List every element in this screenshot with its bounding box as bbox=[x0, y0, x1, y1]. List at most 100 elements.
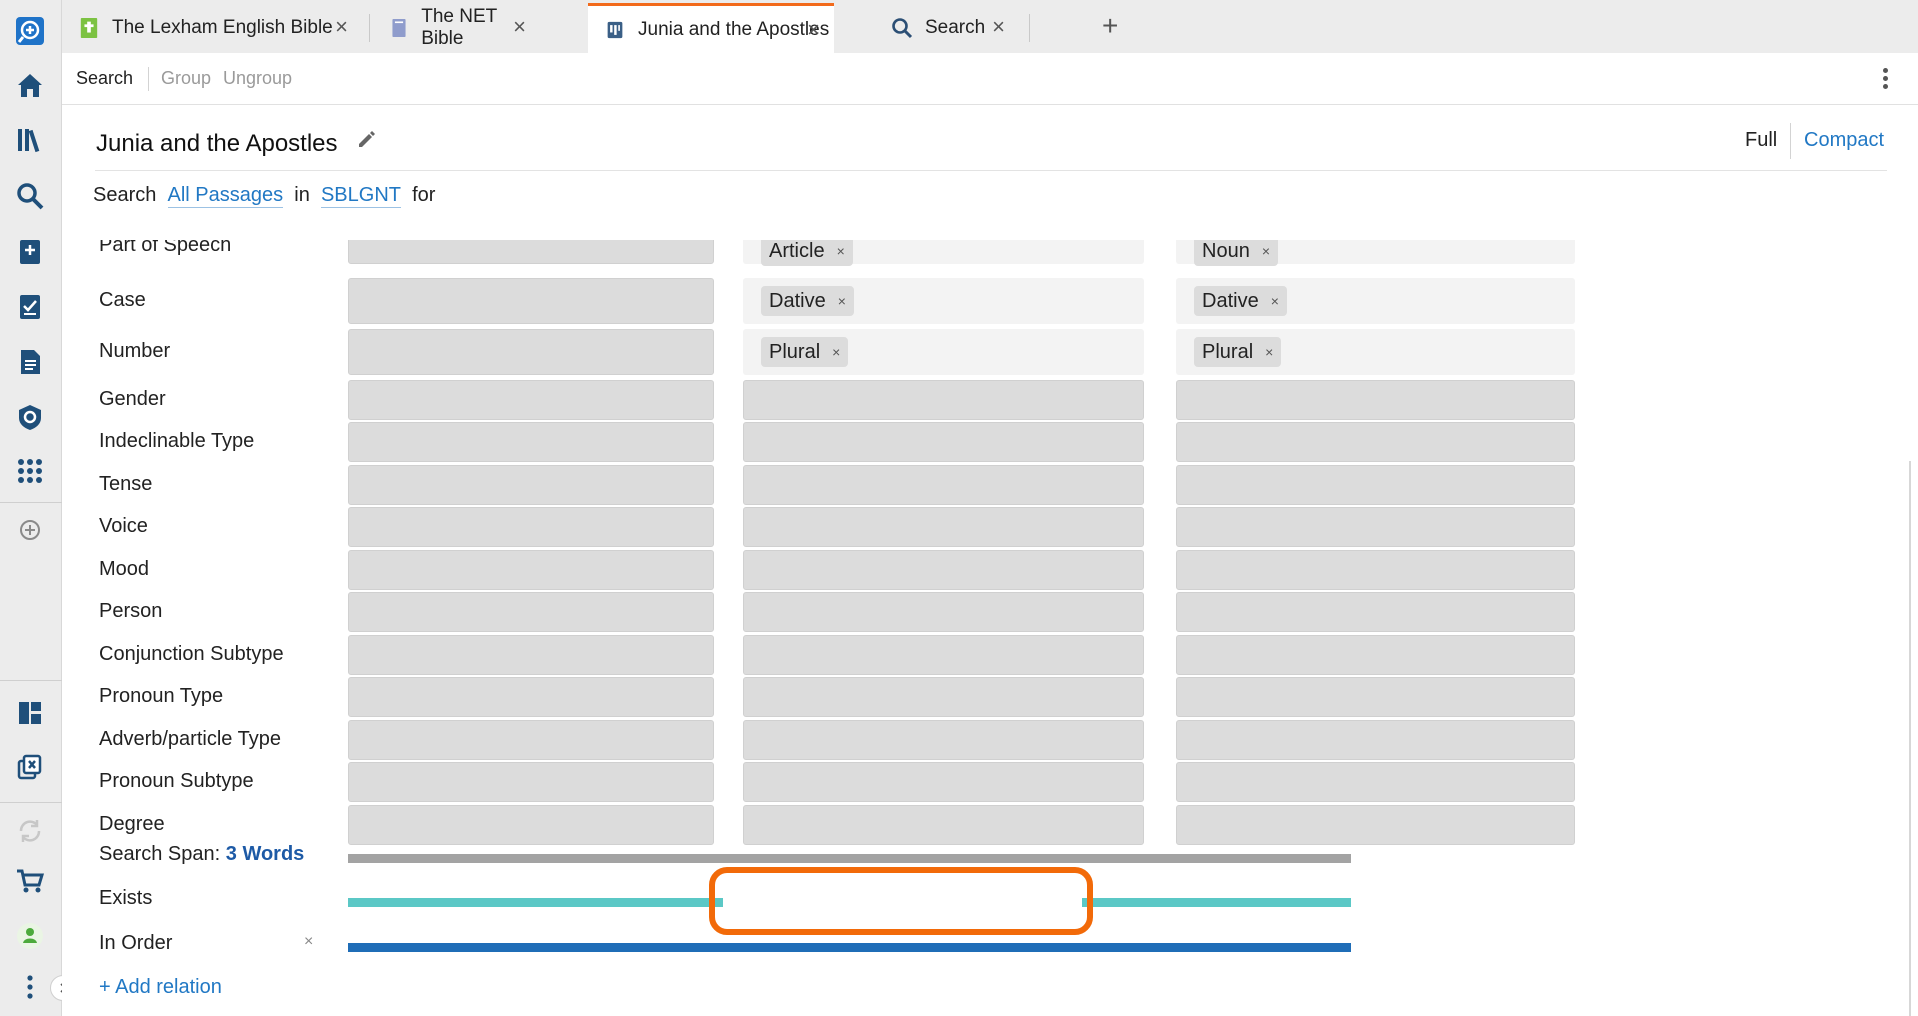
tab-label: Junia and the Apostles bbox=[638, 18, 830, 40]
criteria-chip[interactable]: Noun × bbox=[1194, 240, 1278, 266]
chip-remove-icon[interactable]: × bbox=[832, 344, 840, 360]
criteria-cell[interactable] bbox=[743, 592, 1144, 632]
criteria-cell[interactable] bbox=[743, 550, 1144, 590]
criteria-cell[interactable] bbox=[348, 550, 714, 590]
criteria-cell[interactable] bbox=[1176, 550, 1575, 590]
chip-remove-icon[interactable]: × bbox=[838, 293, 846, 309]
close-icon[interactable]: × bbox=[992, 16, 1005, 38]
scrollbar[interactable] bbox=[1909, 461, 1911, 1016]
row-label: Mood bbox=[99, 558, 150, 580]
criteria-chip[interactable]: Article × bbox=[761, 240, 853, 266]
tab-net-bible[interactable]: The NET Bible × bbox=[372, 3, 540, 53]
row-label: Indeclinable Type bbox=[99, 430, 255, 452]
criteria-cell[interactable] bbox=[743, 635, 1144, 675]
criteria-chip[interactable]: Dative × bbox=[1194, 286, 1287, 316]
criteria-cell[interactable]: Plural × bbox=[743, 329, 1144, 375]
criteria-cell[interactable]: Noun × bbox=[1176, 240, 1575, 266]
criteria-chip[interactable]: Plural × bbox=[761, 337, 849, 367]
criteria-cell[interactable] bbox=[1176, 507, 1575, 547]
criteria-cell[interactable] bbox=[743, 465, 1144, 505]
criteria-cell[interactable] bbox=[743, 380, 1144, 420]
sync-icon[interactable] bbox=[11, 812, 49, 850]
criteria-cell[interactable] bbox=[348, 762, 714, 802]
account-icon[interactable] bbox=[11, 917, 49, 955]
logos-logo-icon[interactable] bbox=[11, 12, 49, 50]
toolbar-search-button[interactable]: Search bbox=[76, 68, 133, 89]
criteria-cell[interactable] bbox=[743, 422, 1144, 462]
criteria-cell[interactable] bbox=[348, 507, 714, 547]
chip-remove-icon[interactable]: × bbox=[837, 243, 845, 259]
chip-remove-icon[interactable]: × bbox=[1262, 243, 1270, 259]
view-compact-toggle[interactable]: Compact bbox=[1804, 129, 1884, 152]
add-shortcut-icon[interactable] bbox=[11, 511, 49, 549]
criteria-cell[interactable] bbox=[348, 635, 714, 675]
criteria-cell[interactable] bbox=[1176, 677, 1575, 717]
criteria-cell[interactable] bbox=[1176, 635, 1575, 675]
exists-bar-left[interactable] bbox=[348, 898, 723, 907]
criteria-cell[interactable] bbox=[348, 465, 714, 505]
criteria-cell[interactable] bbox=[1176, 762, 1575, 802]
criteria-chip[interactable]: Plural × bbox=[1194, 337, 1282, 367]
factbook-icon[interactable] bbox=[11, 398, 49, 436]
tab-lexham-english-bible[interactable]: The Lexham English Bible × bbox=[62, 3, 362, 53]
home-icon[interactable] bbox=[11, 66, 49, 104]
criteria-cell[interactable]: Dative × bbox=[743, 278, 1144, 324]
chip-remove-icon[interactable]: × bbox=[1265, 344, 1273, 360]
criteria-cell[interactable] bbox=[348, 329, 714, 375]
criteria-cell[interactable] bbox=[348, 677, 714, 717]
tools-grid-icon[interactable] bbox=[11, 452, 49, 490]
layouts-icon[interactable] bbox=[11, 694, 49, 732]
criteria-cell[interactable] bbox=[348, 592, 714, 632]
exists-bar-right[interactable] bbox=[1082, 898, 1351, 907]
criteria-cell[interactable]: Dative × bbox=[1176, 278, 1575, 324]
criteria-cell[interactable] bbox=[1176, 465, 1575, 505]
view-full-toggle[interactable]: Full bbox=[1745, 129, 1777, 152]
close-icon[interactable]: × bbox=[513, 16, 526, 38]
close-icon[interactable]: × bbox=[807, 19, 820, 41]
toolbar-ungroup-button[interactable]: Ungroup bbox=[223, 68, 292, 89]
add-notebook-icon[interactable] bbox=[11, 233, 49, 271]
close-panels-icon[interactable] bbox=[11, 748, 49, 786]
tab-search[interactable]: Search × bbox=[875, 3, 1085, 53]
add-tab-button[interactable]: + bbox=[1102, 12, 1118, 40]
toolbar-group-button[interactable]: Group bbox=[161, 68, 211, 89]
add-relation-button[interactable]: + Add relation bbox=[99, 976, 222, 999]
reading-plan-icon[interactable] bbox=[11, 288, 49, 326]
criteria-cell[interactable] bbox=[743, 677, 1144, 717]
more-vertical-icon[interactable] bbox=[11, 968, 49, 1006]
tab-junia-and-the-apostles[interactable]: Junia and the Apostles × bbox=[588, 3, 834, 53]
criteria-cell[interactable] bbox=[743, 805, 1144, 845]
criteria-cell[interactable] bbox=[348, 278, 714, 324]
criteria-cell[interactable] bbox=[1176, 805, 1575, 845]
criteria-cell[interactable] bbox=[743, 720, 1144, 760]
chip-remove-icon[interactable]: × bbox=[1271, 293, 1279, 309]
criteria-chip[interactable]: Dative × bbox=[761, 286, 854, 316]
criteria-cell[interactable]: Article × bbox=[743, 240, 1144, 266]
passages-selector[interactable]: All Passages bbox=[167, 184, 284, 208]
search-icon[interactable] bbox=[11, 177, 49, 215]
criteria-cell[interactable] bbox=[348, 422, 714, 462]
search-span-value[interactable]: 3 Words bbox=[226, 843, 305, 865]
in-order-bar[interactable] bbox=[348, 943, 1351, 952]
edit-pencil-icon[interactable] bbox=[356, 129, 376, 149]
criteria-cell[interactable] bbox=[1176, 422, 1575, 462]
criteria-cell[interactable] bbox=[348, 240, 714, 264]
criteria-cell[interactable] bbox=[1176, 720, 1575, 760]
criteria-cell[interactable] bbox=[348, 720, 714, 760]
criteria-cell[interactable] bbox=[743, 762, 1144, 802]
criteria-cell[interactable] bbox=[348, 805, 714, 845]
close-icon[interactable]: × bbox=[335, 16, 348, 38]
remove-relation-icon[interactable]: × bbox=[304, 933, 313, 951]
lexham-book-icon bbox=[78, 16, 100, 40]
criteria-cell[interactable] bbox=[743, 507, 1144, 547]
library-icon[interactable] bbox=[11, 121, 49, 159]
row-label: Degree bbox=[99, 813, 165, 835]
criteria-cell[interactable] bbox=[1176, 380, 1575, 420]
cart-icon[interactable] bbox=[11, 862, 49, 900]
criteria-cell[interactable] bbox=[1176, 592, 1575, 632]
criteria-cell[interactable] bbox=[348, 380, 714, 420]
document-icon[interactable] bbox=[11, 343, 49, 381]
resource-selector[interactable]: SBLGNT bbox=[320, 184, 401, 208]
criteria-cell[interactable]: Plural × bbox=[1176, 329, 1575, 375]
panel-menu-icon[interactable] bbox=[1879, 65, 1891, 95]
